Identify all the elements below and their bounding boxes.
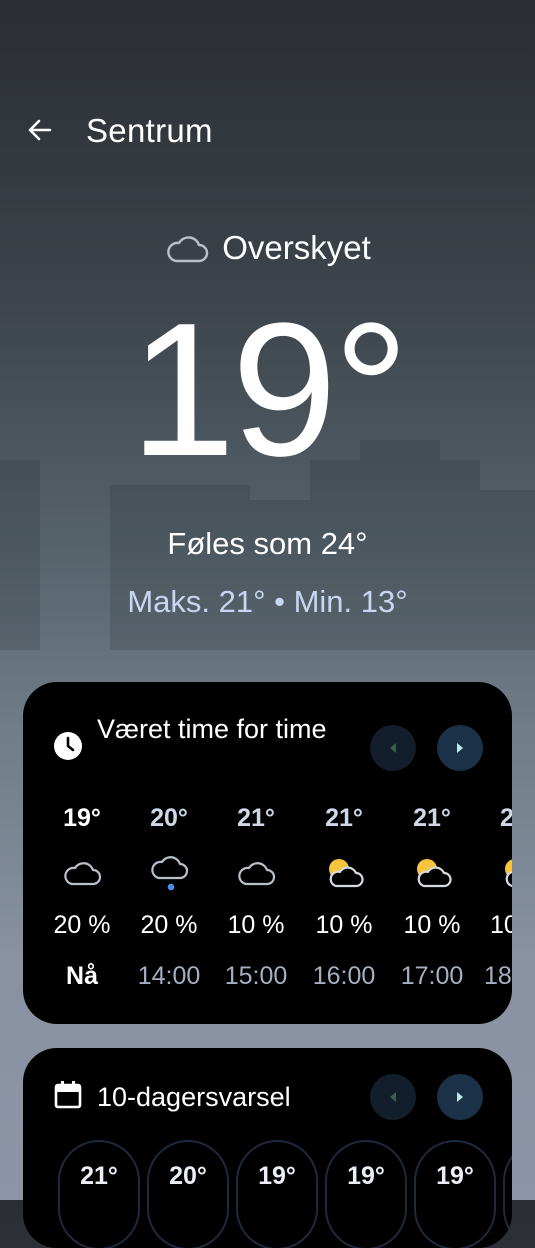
- hour-precip: 10: [490, 911, 512, 939]
- hour-item[interactable]: 21° 10 % 15:00: [212, 802, 300, 992]
- clock-icon: [54, 732, 82, 760]
- hour-item[interactable]: 2 10 18: [476, 802, 512, 992]
- hour-temp: 21°: [413, 804, 451, 832]
- cloud-icon: [238, 862, 276, 886]
- hour-temp: 2: [500, 804, 512, 832]
- hour-precip: 10 %: [227, 911, 285, 939]
- day-temp: 19°: [436, 1162, 474, 1190]
- hour-item[interactable]: 21° 10 % 17:00: [388, 802, 476, 992]
- hourly-forecast-card: Været time for time 19° 20 % Nå 20° 20 %…: [23, 682, 512, 1024]
- chevron-left-icon: [390, 743, 396, 753]
- hourly-prev-button[interactable]: [370, 725, 416, 771]
- partly-cloudy-icon: [505, 859, 512, 888]
- hour-item[interactable]: 21° 10 % 16:00: [300, 802, 388, 992]
- hour-temp: 21°: [237, 804, 275, 832]
- partly-cloudy-icon: [329, 859, 364, 888]
- hour-precip: 10 %: [315, 911, 373, 939]
- condition-label: Overskyet: [222, 229, 371, 266]
- hourly-next-button[interactable]: [437, 725, 483, 771]
- hour-precip: 10 %: [403, 911, 461, 939]
- calendar-icon: [54, 1081, 82, 1109]
- app-header: Sentrum: [0, 110, 535, 154]
- hour-temp: 21°: [325, 804, 363, 832]
- cloud-icon: [64, 862, 102, 886]
- hour-temp: 19°: [63, 804, 101, 832]
- day-temp: 21°: [80, 1162, 118, 1190]
- daily-prev-button[interactable]: [370, 1074, 416, 1120]
- chevron-right-icon: [457, 1092, 463, 1102]
- day-item[interactable]: 21°: [58, 1140, 140, 1248]
- cloud-rain-icon: [151, 856, 189, 891]
- day-temp: 20°: [169, 1162, 207, 1190]
- hourly-title: Været time for time: [97, 714, 327, 744]
- hour-time: 15:00: [224, 962, 288, 990]
- daily-next-button[interactable]: [437, 1074, 483, 1120]
- hour-time: 16:00: [312, 962, 376, 990]
- day-temp: 19°: [347, 1162, 385, 1190]
- arrow-left-icon: [28, 119, 52, 141]
- feels-like: Føles som 24°: [167, 526, 368, 561]
- cloud-icon: [167, 236, 209, 263]
- day-item[interactable]: 20°: [147, 1140, 229, 1248]
- day-temp: 19°: [258, 1162, 296, 1190]
- max-min-temperature: Maks. 21° • Min. 13°: [127, 584, 408, 619]
- chevron-left-icon: [390, 1092, 396, 1102]
- day-item[interactable]: 19°: [414, 1140, 496, 1248]
- location-title: Sentrum: [86, 112, 213, 149]
- hour-time: 18: [484, 962, 512, 990]
- hour-item[interactable]: 20° 20 % 14:00: [125, 802, 213, 992]
- hour-temp: 20°: [150, 804, 188, 832]
- daily-list[interactable]: 21° 20° 19° 19° 19°: [23, 1140, 512, 1248]
- hourly-list[interactable]: 19° 20 % Nå 20° 20 % 14:00 21° 10 % 15:0…: [23, 802, 512, 1002]
- current-condition: Overskyet: [0, 228, 535, 268]
- daily-title: 10-dagersvarsel: [97, 1082, 291, 1112]
- hour-time: 17:00: [400, 962, 464, 990]
- hour-precip: 20 %: [53, 911, 111, 939]
- day-item[interactable]: 19°: [325, 1140, 407, 1248]
- hour-time: Nå: [66, 962, 98, 990]
- chevron-right-icon: [457, 743, 463, 753]
- hour-item[interactable]: 19° 20 % Nå: [38, 802, 126, 992]
- back-button[interactable]: [24, 114, 56, 146]
- current-temperature: 19°: [129, 284, 409, 496]
- day-item[interactable]: 19°: [236, 1140, 318, 1248]
- hour-precip: 20 %: [140, 911, 198, 939]
- partly-cloudy-icon: [417, 859, 452, 888]
- daily-forecast-card: 10-dagersvarsel 21° 20° 19° 19° 19°: [23, 1048, 512, 1248]
- hour-time: 14:00: [137, 962, 201, 990]
- day-item[interactable]: [503, 1140, 512, 1248]
